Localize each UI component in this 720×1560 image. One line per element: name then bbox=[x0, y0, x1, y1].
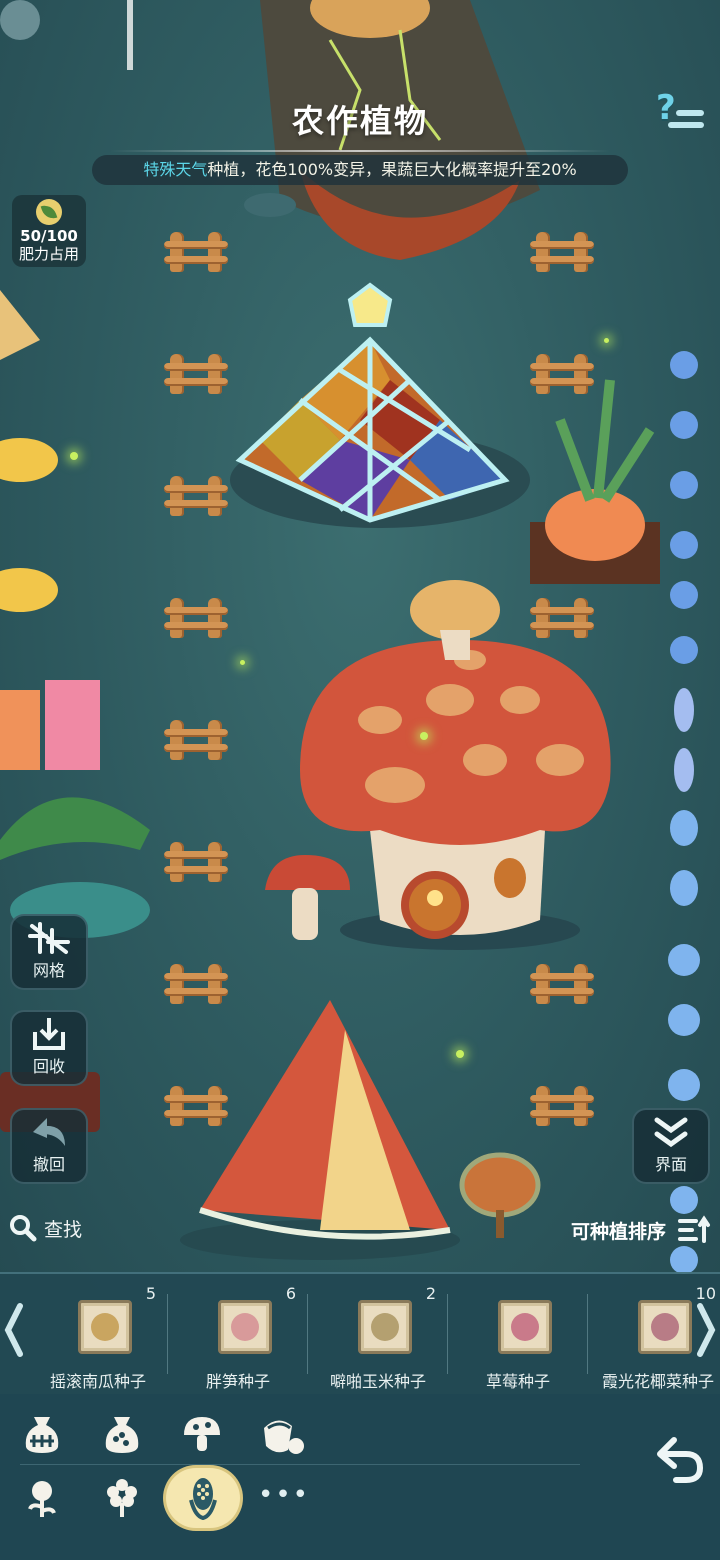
pumpkin-icon bbox=[91, 1313, 119, 1341]
seed-tray[interactable]: 5 摇滚南瓜种子 6 胖笋种子 2 噼啪玉米种子 草莓种子 10 霞光花椰菜种子 bbox=[0, 1272, 720, 1394]
seed-pack-icon bbox=[498, 1300, 552, 1354]
find-button[interactable]: 查找 bbox=[8, 1208, 82, 1248]
fence[interactable] bbox=[164, 476, 228, 516]
category-crops-active[interactable] bbox=[166, 1468, 240, 1528]
category-flower-2[interactable] bbox=[92, 1468, 152, 1528]
undo-icon bbox=[12, 1110, 86, 1154]
recycle-button[interactable]: 回收 bbox=[10, 1010, 88, 1086]
seed-pack-icon bbox=[218, 1300, 272, 1354]
garden-artwork bbox=[0, 0, 700, 1274]
fence[interactable] bbox=[530, 1086, 594, 1126]
blossom-icon bbox=[107, 1479, 137, 1517]
grid-toggle-icon bbox=[12, 916, 86, 960]
firefly bbox=[70, 452, 78, 460]
interface-button[interactable]: 界面 bbox=[632, 1108, 710, 1184]
seed-count: 2 bbox=[425, 1284, 436, 1303]
fence[interactable] bbox=[164, 1086, 228, 1126]
recycle-icon bbox=[12, 1012, 86, 1056]
category-flower-1[interactable] bbox=[12, 1468, 72, 1528]
firefly bbox=[420, 732, 428, 740]
weather-highlight: 特殊天气 bbox=[143, 160, 208, 179]
back-button[interactable] bbox=[652, 1430, 708, 1486]
garden-scene[interactable] bbox=[0, 0, 720, 1290]
fence[interactable] bbox=[164, 842, 228, 882]
flower-icon bbox=[28, 1481, 56, 1517]
corn-icon bbox=[189, 1478, 217, 1520]
page-title: 农作植物 bbox=[291, 102, 428, 140]
corn-icon bbox=[371, 1313, 399, 1341]
fertilizer-indicator[interactable]: 50/100 肥力占用 bbox=[12, 195, 86, 267]
seed-name: 霞光花椰菜种子 bbox=[601, 1372, 714, 1391]
search-icon bbox=[10, 1215, 37, 1242]
acorn-icon bbox=[264, 1420, 304, 1454]
bamboo-shoot-icon bbox=[231, 1313, 259, 1341]
category-mushroom[interactable] bbox=[172, 1404, 232, 1464]
sort-icon bbox=[678, 1215, 710, 1243]
seed-bag-icon bbox=[105, 1417, 139, 1453]
fence[interactable] bbox=[164, 232, 228, 272]
seed-item[interactable]: 草莓种子 bbox=[448, 1274, 588, 1396]
leaf-icon bbox=[36, 199, 62, 225]
seed-pack-icon bbox=[638, 1300, 692, 1354]
seed-pack-icon bbox=[358, 1300, 412, 1354]
scroll-left-arrow-icon[interactable] bbox=[4, 1300, 24, 1360]
interface-label: 界面 bbox=[654, 1155, 687, 1174]
fence[interactable] bbox=[164, 964, 228, 1004]
grid-button[interactable]: 网格 bbox=[10, 914, 88, 990]
seed-name: 摇滚南瓜种子 bbox=[49, 1372, 146, 1391]
double-chevron-down-icon bbox=[634, 1110, 708, 1154]
weather-text: 种植，花色100%变异，果蔬巨大化概率提升至20% bbox=[207, 160, 577, 179]
fence[interactable] bbox=[530, 354, 594, 394]
category-seed-bag-1[interactable] bbox=[12, 1404, 72, 1464]
recycle-label: 回收 bbox=[32, 1057, 65, 1076]
scroll-right-arrow-icon[interactable] bbox=[696, 1300, 716, 1360]
sort-button[interactable]: 可种植排序 bbox=[571, 1208, 712, 1252]
fence[interactable] bbox=[164, 598, 228, 638]
strawberry-icon bbox=[511, 1313, 539, 1341]
cauliflower-icon bbox=[651, 1313, 679, 1341]
seed-name: 胖笋种子 bbox=[205, 1372, 270, 1391]
firefly bbox=[456, 1050, 464, 1058]
category-seed-bag-2[interactable] bbox=[92, 1404, 152, 1464]
more-categories-button[interactable]: ••• bbox=[258, 1480, 310, 1510]
sort-label: 可种植排序 bbox=[570, 1220, 666, 1243]
weather-banner: 特殊天气种植，花色100%变异，果蔬巨大化概率提升至20% bbox=[92, 155, 628, 185]
fence[interactable] bbox=[530, 964, 594, 1004]
help-button[interactable]: ? bbox=[650, 88, 706, 144]
return-arrow-icon bbox=[657, 1437, 704, 1483]
fertilizer-value: 50/100 bbox=[20, 227, 78, 245]
seed-bag-icon bbox=[25, 1417, 59, 1453]
undo-button[interactable]: 撤回 bbox=[10, 1108, 88, 1184]
seed-item[interactable]: 6 胖笋种子 bbox=[168, 1274, 308, 1396]
title-divider bbox=[110, 150, 610, 152]
mushroom-icon bbox=[184, 1417, 220, 1451]
firefly bbox=[240, 660, 245, 665]
fence[interactable] bbox=[530, 598, 594, 638]
seed-count: 6 bbox=[285, 1284, 296, 1303]
seed-item[interactable]: 5 摇滚南瓜种子 bbox=[28, 1274, 168, 1396]
fertilizer-label: 肥力占用 bbox=[18, 245, 79, 263]
seed-pack-icon bbox=[78, 1300, 132, 1354]
seed-count: 5 bbox=[145, 1284, 156, 1303]
grid-label: 网格 bbox=[32, 961, 65, 980]
fence[interactable] bbox=[530, 232, 594, 272]
undo-label: 撤回 bbox=[32, 1155, 65, 1174]
firefly bbox=[604, 338, 609, 343]
find-label: 查找 bbox=[44, 1218, 83, 1241]
category-acorn-pet[interactable] bbox=[252, 1404, 312, 1464]
fence[interactable] bbox=[164, 354, 228, 394]
seed-item[interactable]: 2 噼啪玉米种子 bbox=[308, 1274, 448, 1396]
seed-name: 噼啪玉米种子 bbox=[329, 1372, 426, 1391]
fence[interactable] bbox=[164, 720, 228, 760]
seed-name: 草莓种子 bbox=[485, 1372, 550, 1391]
